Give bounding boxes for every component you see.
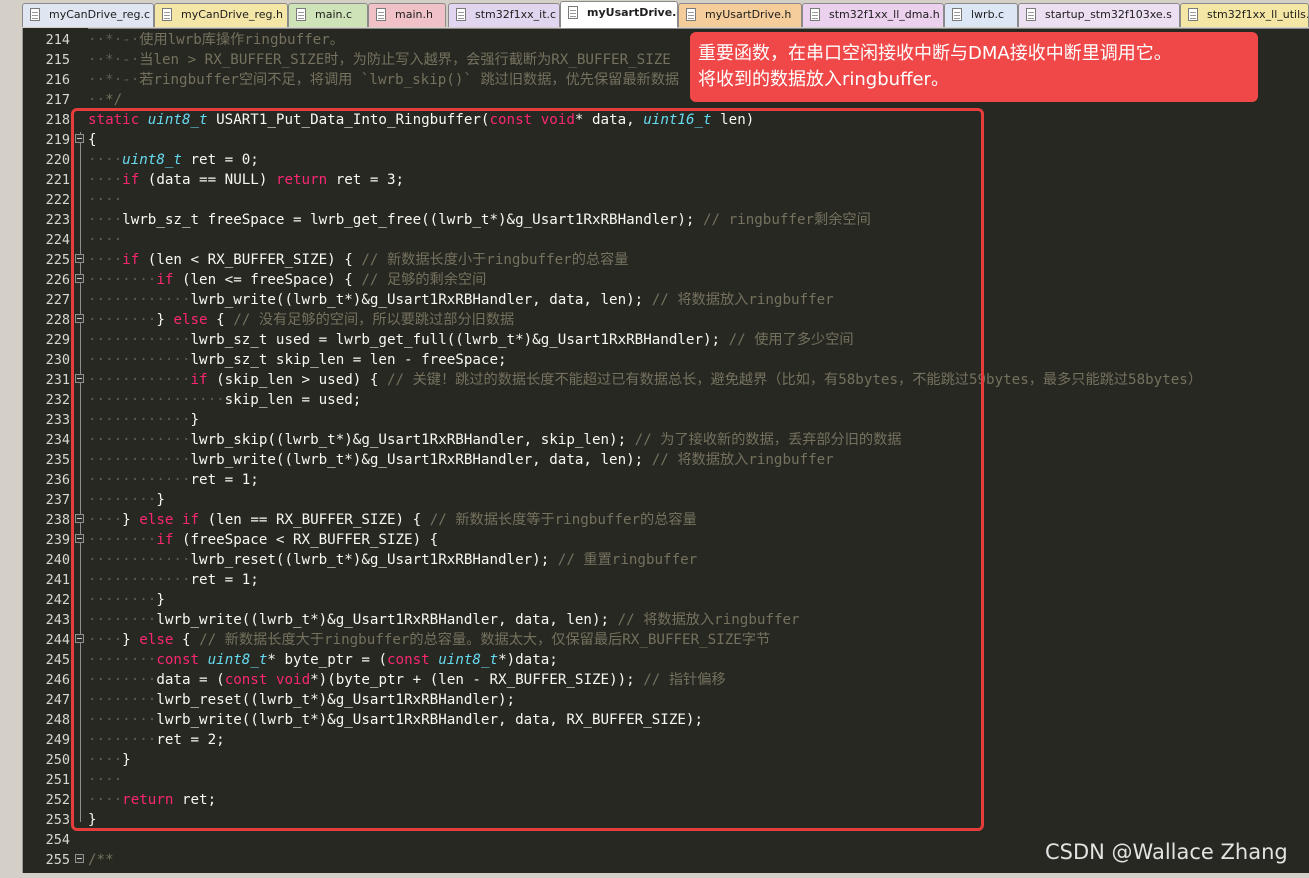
line-number: 227: [45, 292, 70, 308]
line-number: 216: [45, 72, 70, 88]
line-number: 225: [45, 252, 70, 268]
annotation-line-2: 将收到的数据放入ringbuffer。: [698, 69, 949, 90]
tab-stm32f1xx-ll-utils-c[interactable]: stm32f1xx_ll_utils.c: [1180, 3, 1309, 27]
highlight-box: [71, 108, 984, 831]
tab-label: main.h: [395, 8, 433, 21]
file-icon: [568, 6, 578, 19]
line-number: 248: [45, 712, 70, 728]
annotation-line-1: 重要函数，在串口空闲接收中断与DMA接收中断里调用它。: [698, 43, 1172, 64]
line-number: 254: [45, 832, 70, 848]
file-icon: [1188, 8, 1198, 21]
tab-main-h[interactable]: main.h: [368, 3, 446, 27]
line-number: 249: [45, 732, 70, 748]
line-number: 231: [45, 372, 70, 388]
line-number: 232: [45, 392, 70, 408]
line-number: 224: [45, 232, 70, 248]
tab-lwrb-c[interactable]: lwrb.c: [944, 3, 1018, 27]
line-number: 235: [45, 452, 70, 468]
line-number: 223: [45, 212, 70, 228]
csdn-watermark: CSDN @Wallace Zhang: [1045, 840, 1288, 864]
line-number: 230: [45, 352, 70, 368]
line-number: 228: [45, 312, 70, 328]
line-number: 244: [45, 632, 70, 648]
tab-main-c[interactable]: main.c: [288, 3, 368, 27]
horizontal-scrollbar[interactable]: [22, 873, 1309, 878]
line-number: 236: [45, 472, 70, 488]
line-number: 240: [45, 552, 70, 568]
line-number: 233: [45, 412, 70, 428]
file-icon: [686, 8, 696, 21]
line-number: 247: [45, 692, 70, 708]
line-number: 239: [45, 532, 70, 548]
line-number: 220: [45, 152, 70, 168]
line-number: 245: [45, 652, 70, 668]
code-text: ··*·-·使用lwrb库操作ringbuffer。: [88, 32, 344, 48]
tab-label: stm32f1xx_ll_dma.h: [829, 8, 940, 21]
code-text: /**: [88, 852, 114, 868]
line-number: 221: [45, 172, 70, 188]
tab-label: main.c: [315, 8, 353, 21]
line-number: 253: [45, 812, 70, 828]
code-text: ··*·-·当len > RX_BUFFER_SIZE时，为防止写入越界，会强行…: [88, 52, 671, 68]
file-icon: [952, 8, 962, 21]
file-icon: [296, 8, 306, 21]
tab-myusartdrive-c[interactable]: myUsartDrive.c: [560, 1, 678, 28]
annotation-callout: 重要函数，在串口空闲接收中断与DMA接收中断里调用它。 将收到的数据放入ring…: [690, 32, 1258, 102]
line-number: 229: [45, 332, 70, 348]
line-number: 226: [45, 272, 70, 288]
line-number: 217: [45, 92, 70, 108]
file-icon: [810, 8, 820, 21]
line-number: 250: [45, 752, 70, 768]
tab-label: myUsartDrive.h: [705, 8, 792, 21]
code-text: ··*·-·若ringbuffer空间不足，将调用 `lwrb_skip()` …: [88, 72, 680, 88]
file-tab-bar: myCanDrive_reg.c myCanDrive_reg.h main.c ma…: [0, 0, 1309, 29]
line-number: 252: [45, 792, 70, 808]
tab-mycandrive-reg-c[interactable]: myCanDrive_reg.c: [22, 3, 154, 27]
code-text: ··*/: [88, 92, 123, 108]
line-number: 255: [45, 852, 70, 868]
tab-stm32f1xx-ll-dma-h[interactable]: stm32f1xx_ll_dma.h: [802, 3, 944, 27]
line-number: 238: [45, 512, 70, 528]
file-icon: [456, 8, 466, 21]
line-number: 243: [45, 612, 70, 628]
line-number: 219: [45, 132, 70, 148]
line-number: 241: [45, 572, 70, 588]
tab-label: myUsartDrive.c: [587, 6, 678, 19]
file-icon: [1026, 8, 1036, 21]
line-number: 237: [45, 492, 70, 508]
line-number: 222: [45, 192, 70, 208]
file-icon: [162, 8, 172, 21]
tab-label: stm32f1xx_it.c: [475, 8, 557, 21]
line-number: 215: [45, 52, 70, 68]
line-number: 218: [45, 112, 70, 128]
tab-label: myCanDrive_reg.c: [49, 8, 151, 21]
tab-label: startup_stm32f103xe.s: [1045, 8, 1172, 21]
file-icon: [376, 8, 386, 21]
tab-mycandrive-reg-h[interactable]: myCanDrive_reg.h: [154, 3, 288, 27]
fold-toggle-icon[interactable]: [75, 854, 84, 863]
line-number: 251: [45, 772, 70, 788]
tab-label: myCanDrive_reg.h: [181, 8, 283, 21]
tab-stm32f1xx-it-c[interactable]: stm32f1xx_it.c: [448, 3, 560, 27]
line-number: 246: [45, 672, 70, 688]
tab-startup-stm32f103xe-s[interactable]: startup_stm32f103xe.s: [1018, 3, 1180, 27]
file-icon: [30, 8, 40, 21]
line-number: 214: [45, 32, 70, 48]
tab-myusartdrive-h[interactable]: myUsartDrive.h: [678, 3, 802, 27]
tab-label: stm32f1xx_ll_utils.c: [1207, 8, 1309, 21]
line-number: 242: [45, 592, 70, 608]
tab-label: lwrb.c: [971, 8, 1005, 21]
line-number: 234: [45, 432, 70, 448]
